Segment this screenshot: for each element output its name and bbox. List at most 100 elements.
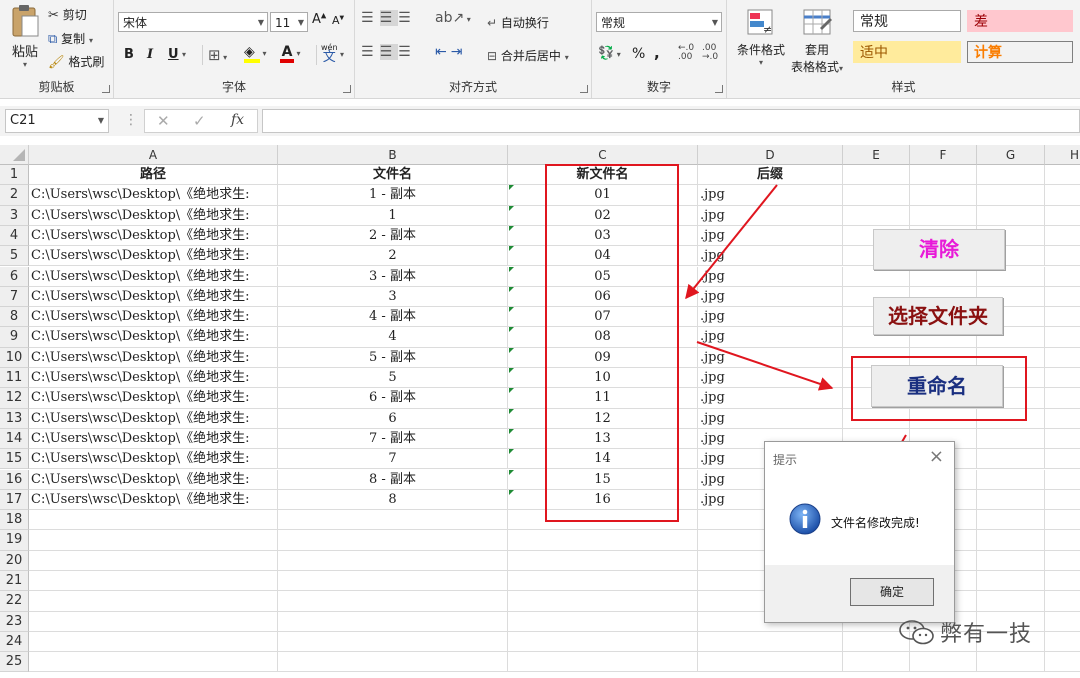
style-normal[interactable]: 常规 xyxy=(853,10,961,32)
chevron-down-icon: ▼ xyxy=(257,18,264,27)
merge-cells-icon: ⊟ xyxy=(487,49,498,63)
alignment-group-label: 对齐方式 xyxy=(448,80,497,94)
increase-decimal-icon: ←.0.00 xyxy=(678,43,695,62)
conditional-formatting-icon: ≠ xyxy=(747,9,773,36)
wrap-text-icon: ↵ xyxy=(487,16,498,30)
font-name-value: 宋体 xyxy=(123,16,148,30)
paste-button[interactable]: 粘贴 ▾ xyxy=(6,4,44,69)
align-right-icon: ☰ xyxy=(398,44,417,60)
wrap-text-label: 自动换行 xyxy=(500,16,549,30)
alignment-dialog-launcher[interactable] xyxy=(580,85,588,93)
format-as-table-label-2: 表格格式▾ xyxy=(790,60,844,74)
paste-label: 粘贴 xyxy=(11,45,38,60)
chevron-down-icon: ▼ xyxy=(97,116,104,125)
decrease-decimal-button[interactable]: .00 →.0 xyxy=(702,44,718,62)
indent-buttons[interactable]: ⇤⇥ xyxy=(435,44,466,60)
chevron-down-icon: ▼ xyxy=(711,18,718,27)
format-as-table-label-1: 套用 xyxy=(804,43,829,57)
style-neutral[interactable]: 适中 xyxy=(853,41,961,63)
shrink-font-button[interactable]: A▼ xyxy=(332,14,344,27)
separator xyxy=(202,45,203,65)
separator xyxy=(316,45,317,65)
enter-icon[interactable]: ✓ xyxy=(193,112,206,130)
number-dialog-launcher[interactable] xyxy=(715,85,723,93)
clipboard-group: 粘贴 ▾ ✂ 剪切 ⧉ 复制 ▾ 🖌 格式刷 剪贴板 xyxy=(0,0,114,98)
font-group-label: 字体 xyxy=(221,80,246,94)
font-color-button[interactable]: A ▾ xyxy=(280,45,301,63)
format-painter-button[interactable]: 🖌 格式刷 xyxy=(48,53,104,70)
cut-button[interactable]: ✂ 剪切 xyxy=(48,6,87,23)
percent-button[interactable]: % xyxy=(632,46,645,62)
italic-button[interactable]: I xyxy=(147,47,153,62)
scissors-icon: ✂ xyxy=(48,8,59,23)
font-size-select[interactable]: 11 ▼ xyxy=(270,12,308,32)
format-as-table-button[interactable]: 套用 表格格式▾ xyxy=(787,8,847,75)
wechat-icon xyxy=(899,620,934,645)
align-bottom-icon: ☰ xyxy=(398,10,417,26)
style-calculation[interactable]: 计算 xyxy=(967,41,1073,63)
comma-button[interactable]: , xyxy=(654,44,660,62)
copy-icon: ⧉ xyxy=(48,32,58,47)
align-top-icon: ☰ xyxy=(361,10,380,26)
font-name-select[interactable]: 宋体 ▼ xyxy=(118,12,268,32)
bold-button[interactable]: B xyxy=(124,47,134,62)
conditional-formatting-label: 条件格式 xyxy=(736,43,785,57)
decrease-decimal-icon: .00 →.0 xyxy=(702,43,719,62)
style-bad[interactable]: 差 xyxy=(967,10,1073,32)
merge-center-label: 合并后居中 xyxy=(500,49,561,63)
align-center-icon: ☰ xyxy=(379,44,399,60)
paint-bucket-icon: ◈ xyxy=(244,45,260,63)
align-middle-icon: ☰ xyxy=(379,10,399,26)
styles-group-label: 样式 xyxy=(891,80,916,94)
formula-buttons: ✕ ✓ fx xyxy=(144,109,258,133)
copy-button[interactable]: ⧉ 复制 ▾ xyxy=(48,30,93,47)
number-format-value: 常规 xyxy=(601,16,626,30)
name-box-value: C21 xyxy=(10,113,36,128)
underline-button[interactable]: U xyxy=(168,47,179,62)
grow-font-icon: A▲ xyxy=(312,12,327,28)
accounting-button[interactable]: 💱 ▾ xyxy=(598,46,621,61)
horizontal-align-buttons[interactable]: ☰☰☰ xyxy=(361,44,417,60)
watermark: 弊有一技 xyxy=(898,616,1058,647)
merge-center-button[interactable]: ⊟ 合并后居中 ▾ xyxy=(487,47,569,64)
watermark-text: 弊有一技 xyxy=(940,622,1033,647)
wrap-text-button[interactable]: ↵ 自动换行 xyxy=(487,14,549,31)
number-group-label: 数字 xyxy=(646,80,671,94)
font-dialog-launcher[interactable] xyxy=(343,85,351,93)
orientation-button[interactable]: ab↗ ▾ xyxy=(435,10,471,26)
alignment-group: ☰☰☰ ab↗ ▾ ↵ 自动换行 ☰☰☰ ⇤⇥ ⊟ 合并后居中 ▾ 对齐方式 xyxy=(355,0,592,98)
svg-text:≠: ≠ xyxy=(763,23,772,36)
chevron-down-icon: ▼ xyxy=(297,18,304,27)
table-format-icon xyxy=(803,9,832,35)
clipboard-dialog-launcher[interactable] xyxy=(102,85,110,93)
dialog-message: 文件名修改完成! xyxy=(831,516,920,530)
font-color-icon: A xyxy=(280,45,294,63)
dialog-ok-button[interactable]: 确定 xyxy=(850,578,934,606)
border-icon: ⊞ xyxy=(208,46,221,64)
border-button[interactable]: ⊞ ▾ xyxy=(208,46,227,64)
cut-label: 剪切 xyxy=(62,8,87,22)
clipboard-group-label: 剪贴板 xyxy=(38,80,75,94)
phonetic-button[interactable]: wén 文 xyxy=(321,43,338,64)
more-icon: ⋮ xyxy=(124,112,138,128)
format-painter-label: 格式刷 xyxy=(68,55,105,69)
vertical-align-buttons[interactable]: ☰☰☰ xyxy=(361,10,417,26)
number-format-select[interactable]: 常规 ▼ xyxy=(596,12,722,32)
cancel-icon[interactable]: ✕ xyxy=(157,112,170,130)
message-dialog: 提示 × 文件名修改完成! 确定 xyxy=(764,441,955,623)
number-group: 常规 ▼ 💱 ▾ % , ←.0.00 .00 →.0 数字 xyxy=(592,0,727,98)
dialog-close-icon[interactable]: × xyxy=(929,446,944,467)
increase-indent-icon: ⇥ xyxy=(450,44,467,60)
phonetic-dropdown[interactable]: ▾ xyxy=(340,50,344,59)
increase-decimal-button[interactable]: ←.0.00 xyxy=(678,44,694,62)
insert-function-icon[interactable]: fx xyxy=(231,112,244,128)
grow-font-button[interactable]: A▲ xyxy=(312,12,326,27)
arrow-to-rename-button xyxy=(696,341,834,391)
paste-icon xyxy=(12,5,39,37)
dialog-title: 提示 xyxy=(773,453,798,467)
underline-dropdown[interactable]: ▾ xyxy=(182,50,186,59)
name-box[interactable]: C21 ▼ xyxy=(5,109,109,133)
formula-input[interactable] xyxy=(262,109,1080,133)
conditional-formatting-button[interactable]: ≠ 条件格式 ▾ xyxy=(733,8,789,67)
fill-color-button[interactable]: ◈ ▾ xyxy=(244,45,267,63)
